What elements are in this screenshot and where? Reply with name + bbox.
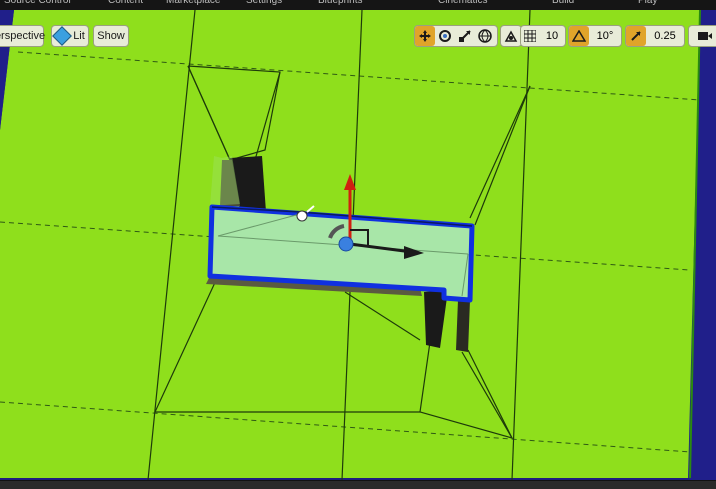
lit-sphere-icon xyxy=(52,26,73,46)
tab-build[interactable]: Build xyxy=(552,0,574,8)
tab-settings[interactable]: Settings xyxy=(246,0,282,8)
level-viewport[interactable]: erspective Lit Show 10 10° xyxy=(0,10,716,480)
surface-snap-button[interactable] xyxy=(500,25,522,47)
rotation-snap-value[interactable]: 10° xyxy=(589,26,621,46)
tab-marketplace[interactable]: Marketplace xyxy=(166,0,220,8)
show-button[interactable]: Show xyxy=(93,25,129,47)
view-mode-label: erspective xyxy=(0,30,46,42)
grid-snap-toggle[interactable] xyxy=(521,26,539,46)
scale-snap-value[interactable]: 0.25 xyxy=(646,26,684,46)
pit-wall-bottom-b xyxy=(456,300,470,352)
world-local-button[interactable] xyxy=(475,26,495,46)
transform-mode-group xyxy=(414,25,498,47)
scale-snap-icon xyxy=(631,31,641,41)
camera-speed-button[interactable] xyxy=(688,25,716,47)
view-mode-button[interactable]: erspective xyxy=(0,25,46,47)
angle-icon xyxy=(572,30,586,42)
lighting-mode-label: Lit xyxy=(73,30,85,42)
rotate-icon xyxy=(439,30,451,42)
grid-snap-value[interactable]: 10 xyxy=(539,26,565,46)
translate-icon xyxy=(419,30,431,42)
camera-speed-icon xyxy=(698,32,712,40)
tab-content[interactable]: Content xyxy=(108,0,143,8)
tab-blueprints[interactable]: Blueprints xyxy=(318,0,362,8)
scale-mode-button[interactable] xyxy=(455,26,475,46)
translate-mode-button[interactable] xyxy=(415,26,435,46)
grid-icon xyxy=(524,30,536,42)
grid-snap-group: 10 xyxy=(520,25,566,47)
tab-cinematics[interactable]: Cinematics xyxy=(438,0,487,8)
tab-play[interactable]: Play xyxy=(638,0,657,8)
show-label: Show xyxy=(97,30,125,42)
rotation-snap-group: 10° xyxy=(568,25,622,47)
viewport-scene[interactable] xyxy=(0,10,716,480)
scale-snap-group: 0.25 xyxy=(625,25,685,47)
rotation-snap-toggle[interactable] xyxy=(569,26,589,46)
tab-source-control[interactable]: Source Control xyxy=(4,0,71,8)
lighting-mode-button[interactable]: Lit xyxy=(51,25,89,47)
scale-icon xyxy=(459,30,471,42)
surface-snap-icon xyxy=(504,30,518,42)
scale-snap-toggle[interactable] xyxy=(626,26,646,46)
rotate-mode-button[interactable] xyxy=(435,26,455,46)
world-local-icon xyxy=(478,29,492,43)
